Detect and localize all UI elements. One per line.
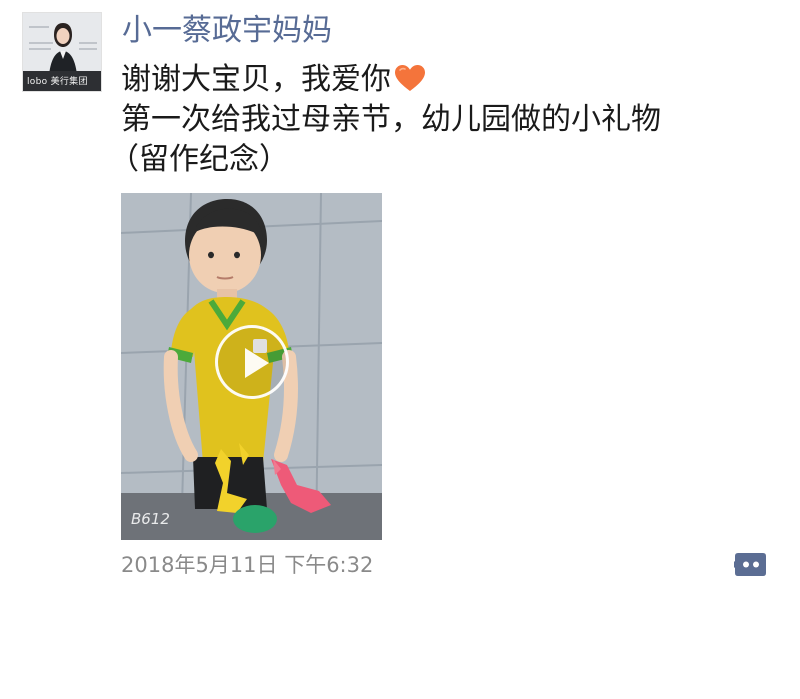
- post-text-line-2: 第一次给我过母亲节，幼儿园做的小礼物: [121, 102, 661, 137]
- post-text-line-1: 谢谢大宝贝，我爱你: [121, 60, 761, 100]
- play-icon: [245, 348, 269, 378]
- avatar[interactable]: lobo 美行集团: [22, 12, 102, 92]
- post-text: 谢谢大宝贝，我爱你 第一次给我过母亲节，幼儿园做的小礼物 （留作纪念）: [109, 60, 761, 180]
- heart-emoji-icon: [395, 65, 425, 91]
- avatar-brand-text: lobo 美行集团: [27, 77, 88, 87]
- video-thumbnail[interactable]: B612: [121, 193, 382, 540]
- play-button[interactable]: [215, 325, 289, 399]
- comment-icon: [731, 553, 766, 576]
- post-text-line-1-content: 谢谢大宝贝，我爱你: [121, 62, 391, 97]
- video-watermark: B612: [131, 510, 170, 528]
- moments-post: lobo 美行集团 小一蔡政宇妈妈 谢谢大宝贝，我爱你 第一次给我过母亲节，幼儿…: [0, 0, 800, 699]
- comment-button[interactable]: [731, 552, 767, 577]
- author-name[interactable]: 小一蔡政宇妈妈: [122, 10, 332, 52]
- post-timestamp: 2018年5月11日 下午6:32: [121, 553, 374, 577]
- post-text-line-3: （留作纪念）: [109, 142, 289, 177]
